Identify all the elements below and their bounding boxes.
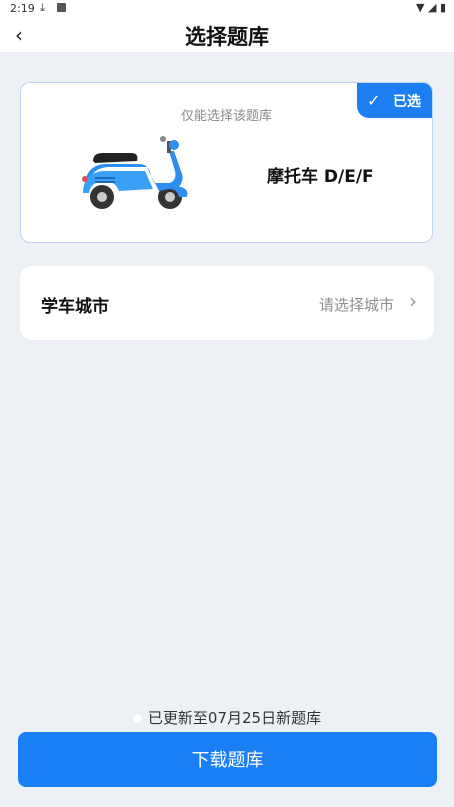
signal-icon: ◢: [427, 1, 437, 14]
status-bar: 2:19 ⤓ ▼ ◢ ▮: [0, 0, 454, 18]
status-time: 2:19: [10, 2, 35, 15]
scooter-illustration: [82, 136, 188, 209]
wifi-icon: ▼: [416, 1, 425, 14]
bank-name: 摩托车 D/E/F: [267, 167, 374, 187]
page-title: 选择题库: [185, 25, 269, 49]
status-icons: ▼ ◢ ▮: [416, 1, 446, 14]
download-icon: ⤓: [40, 1, 45, 14]
update-text: 已更新至07月25日新题库: [147, 709, 322, 727]
question-bank-card[interactable]: ✓ 已选 仅能选择该题库 摩托车 D/E/F: [20, 82, 433, 243]
battery-icon: ▮: [439, 1, 446, 14]
download-bank-button[interactable]: 下载题库: [18, 732, 437, 787]
chevron-right-icon: ›: [409, 289, 417, 313]
card-hint: 仅能选择该题库: [180, 109, 272, 124]
update-dot-icon: [132, 714, 142, 723]
city-placeholder: 请选择城市: [318, 296, 394, 314]
app-bar: ‹ 选择题库: [0, 18, 454, 52]
city-selector-row[interactable]: 学车城市 请选择城市 ›: [20, 266, 434, 340]
update-info: 已更新至07月25日新题库: [0, 707, 454, 728]
accessibility-icon: [57, 3, 66, 12]
city-label: 学车城市: [41, 297, 109, 317]
